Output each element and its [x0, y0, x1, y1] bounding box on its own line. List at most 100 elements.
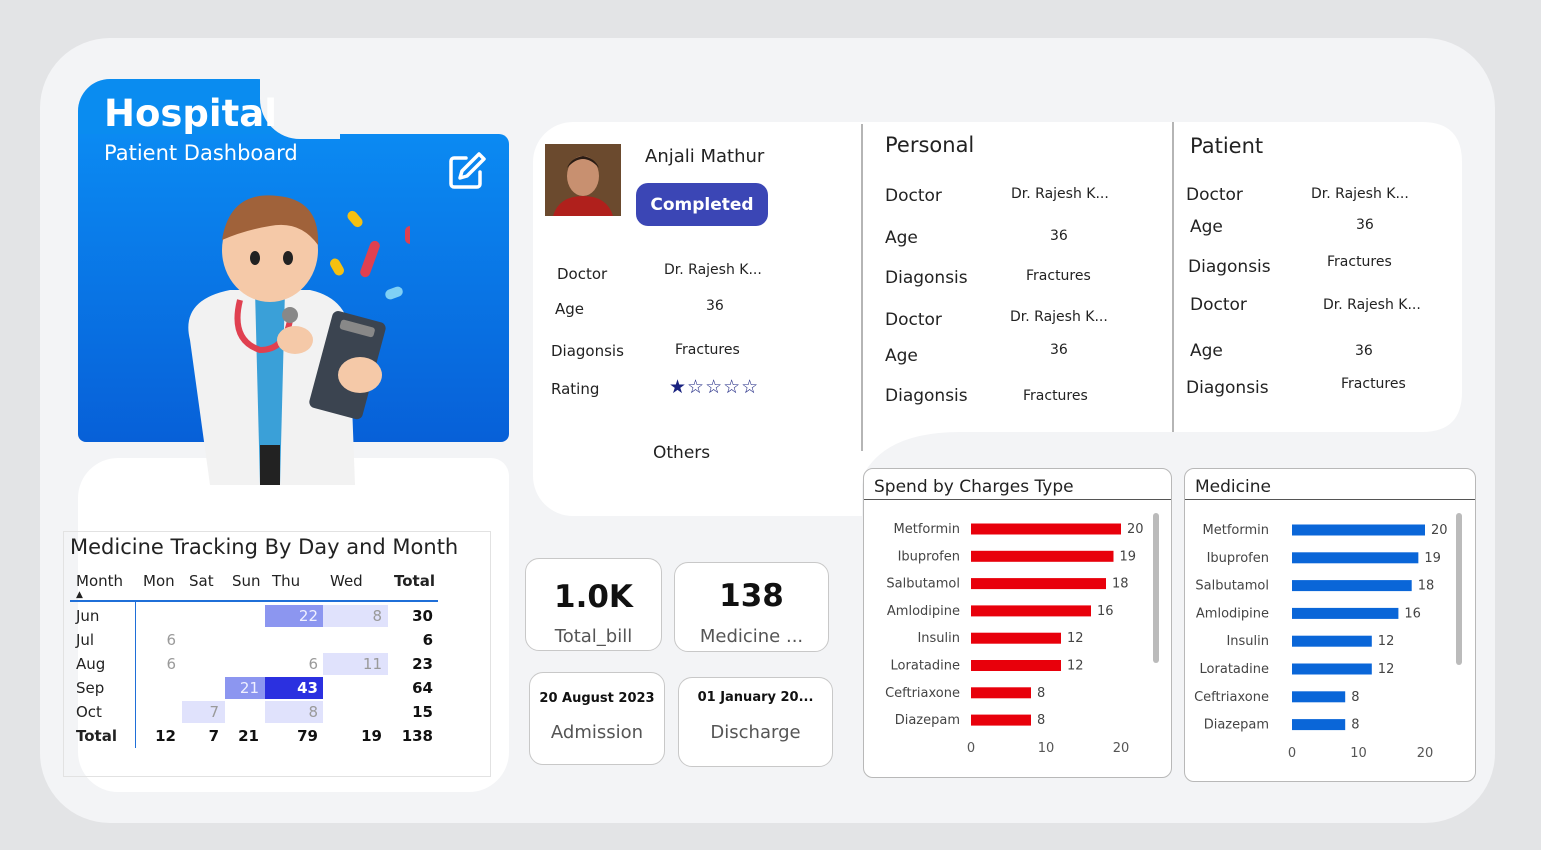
bar[interactable]	[971, 523, 1121, 535]
bar-category-label: Metformin	[894, 522, 960, 537]
medicine-count-card[interactable]: 138 Medicine ...	[674, 562, 829, 652]
matrix-col-month[interactable]: Month	[76, 572, 123, 590]
personal-label: Doctor	[885, 186, 942, 206]
matrix-cell[interactable]: 11	[342, 655, 382, 673]
matrix-col-sat[interactable]: Sat	[189, 572, 214, 590]
matrix-col-thu[interactable]: Thu	[272, 572, 300, 590]
bar-data-label: 16	[1404, 606, 1421, 621]
patient-section-label: Diagonsis	[1188, 257, 1271, 277]
bar-category-label: Loratadine	[1200, 662, 1269, 677]
bar-data-label: 18	[1112, 577, 1129, 592]
matrix-row-label[interactable]: Oct	[76, 703, 102, 721]
bar[interactable]	[1292, 580, 1412, 592]
patient-section-label: Age	[1190, 217, 1223, 237]
bar[interactable]	[971, 632, 1061, 644]
admission-card[interactable]: 20 August 2023 Admission	[529, 672, 665, 765]
patient-section-label: Doctor	[1186, 185, 1243, 205]
matrix-row-label[interactable]: Jun	[76, 607, 99, 625]
discharge-label: Discharge	[710, 722, 801, 743]
matrix-row-total[interactable]: 64	[393, 679, 433, 697]
medicine-count-label: Medicine ...	[699, 626, 804, 647]
matrix-cell[interactable]: 43	[278, 679, 318, 697]
patient-section-value: 36	[1355, 343, 1373, 359]
bar[interactable]	[1292, 635, 1372, 647]
bar[interactable]	[971, 660, 1061, 671]
personal-value: Fractures	[1023, 388, 1088, 404]
total-bill-label: Total_bill	[554, 626, 633, 647]
bar-data-label: 16	[1097, 604, 1114, 619]
avatar	[545, 144, 621, 216]
matrix-col-total[interactable]: Total	[394, 572, 435, 590]
matrix-row-total[interactable]: 138	[393, 727, 433, 745]
matrix-cell[interactable]: 7	[179, 703, 219, 721]
matrix-cell[interactable]: 7	[179, 727, 219, 745]
bar-category-label: Ibuprofen	[898, 549, 960, 564]
matrix-row-label[interactable]: Sep	[76, 679, 104, 697]
status-badge[interactable]: Completed	[636, 183, 768, 226]
matrix-cell[interactable]: 8	[342, 607, 382, 625]
bar-category-label: Salbutamol	[886, 577, 960, 592]
matrix-row-label[interactable]: Jul	[76, 631, 94, 649]
bar-category-label: Ceftriaxone	[1194, 690, 1269, 705]
bar-data-label: 12	[1067, 659, 1084, 674]
matrix-row-total[interactable]: 15	[393, 703, 433, 721]
admission-value: 20 August 2023	[539, 691, 655, 706]
bar-category-label: Insulin	[917, 631, 960, 646]
medicine-chart-panel: Medicine Metformin 20 Ibuprofen 19 Salbutamo…	[1184, 468, 1476, 782]
personal-value: Fractures	[1026, 268, 1091, 284]
bar[interactable]	[971, 714, 1031, 726]
bar[interactable]	[1292, 524, 1425, 536]
total-bill-card[interactable]: 1.0K Total_bill	[525, 558, 662, 651]
bar[interactable]	[971, 687, 1031, 699]
bar[interactable]	[971, 578, 1106, 590]
x-tick-label: 20	[1113, 741, 1130, 756]
matrix-cell[interactable]: 22	[278, 607, 318, 625]
admission-label: Admission	[550, 722, 644, 743]
personal-label: Age	[885, 346, 918, 366]
bar[interactable]	[1292, 719, 1346, 731]
patient-diagnosis-label: Diagonsis	[551, 342, 624, 360]
matrix-cell[interactable]: 6	[136, 631, 176, 649]
matrix-cell[interactable]: 8	[278, 703, 318, 721]
bar[interactable]	[971, 550, 1114, 562]
bar-data-label: 8	[1351, 690, 1359, 705]
sort-arrow-icon[interactable]: ▲	[76, 590, 83, 600]
bar-data-label: 19	[1424, 551, 1441, 566]
matrix-cell[interactable]: 79	[278, 727, 318, 745]
matrix-cell[interactable]: 19	[342, 727, 382, 745]
rating-stars[interactable]: ★☆☆☆☆	[669, 376, 759, 398]
matrix-row-total[interactable]: 6	[393, 631, 433, 649]
matrix-col-wed[interactable]: Wed	[330, 572, 363, 590]
matrix-cell[interactable]: 6	[278, 655, 318, 673]
matrix-cell[interactable]: 12	[136, 727, 176, 745]
edit-icon[interactable]	[446, 150, 488, 192]
personal-value: 36	[1050, 342, 1068, 358]
patient-section-value: Dr. Rajesh K...	[1311, 186, 1409, 202]
bar-data-label: 12	[1378, 662, 1395, 677]
spend-chart: Metformin 20 Ibuprofen 19 Salbutamol 18 Amlodi…	[885, 522, 1143, 756]
bar[interactable]	[1292, 663, 1372, 675]
bar-category-label: Amlodipine	[1196, 606, 1269, 621]
bar[interactable]	[1292, 552, 1419, 564]
matrix-cell[interactable]: 6	[136, 655, 176, 673]
bar[interactable]	[1292, 691, 1346, 703]
personal-value: 36	[1050, 228, 1068, 244]
matrix-col-sun[interactable]: Sun	[232, 572, 261, 590]
matrix-row-total[interactable]: 30	[393, 607, 433, 625]
matrix-row-total[interactable]: 23	[393, 655, 433, 673]
matrix-col-mon[interactable]: Mon	[143, 572, 175, 590]
bar[interactable]	[1292, 607, 1399, 619]
patient-section-title: Patient	[1190, 134, 1264, 158]
matrix-cell[interactable]: 21	[219, 679, 259, 697]
discharge-card[interactable]: 01 January 20... Discharge	[678, 677, 833, 767]
x-tick-label: 0	[1288, 746, 1296, 761]
matrix-row-label[interactable]: Total	[76, 727, 117, 745]
matrix-row-label[interactable]: Aug	[76, 655, 105, 673]
bar[interactable]	[971, 605, 1091, 617]
matrix-cell[interactable]: 21	[219, 727, 259, 745]
personal-title: Personal	[885, 133, 975, 157]
patient-section-label: Doctor	[1190, 295, 1247, 315]
personal-label: Diagonsis	[885, 268, 968, 288]
bar-data-label: 8	[1037, 686, 1045, 701]
bar-data-label: 20	[1431, 523, 1448, 538]
